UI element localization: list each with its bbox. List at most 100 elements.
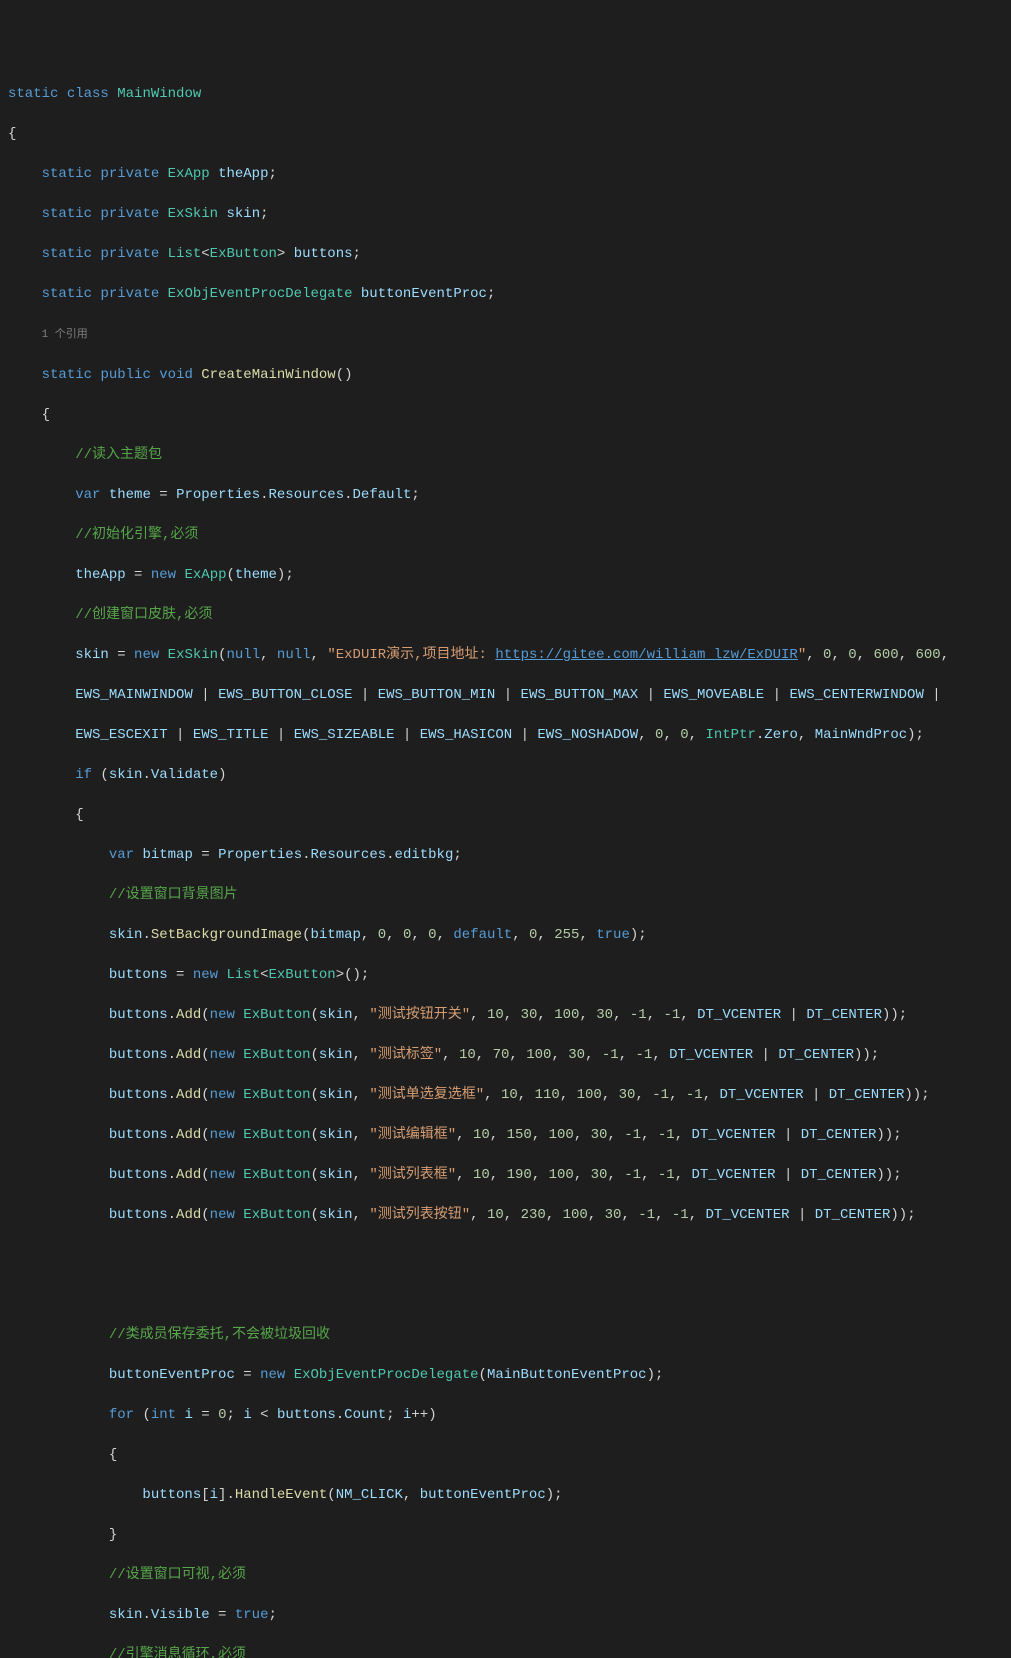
method-name: Add	[176, 1207, 201, 1223]
code-line[interactable]: EWS_ESCEXIT | EWS_TITLE | EWS_SIZEABLE |…	[8, 725, 1003, 745]
comma: ,	[663, 727, 680, 743]
paren: ));	[890, 1207, 915, 1223]
code-line[interactable]: buttons.Add(new ExButton(skin, "测试单选复选框"…	[8, 1085, 1003, 1105]
code-line[interactable]	[8, 1245, 1003, 1265]
keyword: var	[75, 487, 100, 503]
code-line[interactable]: buttons.Add(new ExButton(skin, "测试列表按钮",…	[8, 1205, 1003, 1225]
comma: ,	[641, 1127, 658, 1143]
keyword: public	[100, 367, 150, 383]
code-line[interactable]: buttons.Add(new ExButton(skin, "测试标签", 1…	[8, 1045, 1003, 1065]
code-line[interactable]: //创建窗口皮肤,必须	[8, 605, 1003, 625]
op: |	[790, 1207, 815, 1223]
code-line[interactable]: //引擎消息循环,必须	[8, 1645, 1003, 1658]
op: |	[776, 1127, 801, 1143]
op: |	[352, 687, 377, 703]
comma: ,	[689, 727, 706, 743]
comma: ,	[574, 1167, 591, 1183]
type-name: ExSkin	[168, 647, 218, 663]
space	[235, 1087, 243, 1103]
code-line[interactable]: static private ExSkin skin;	[8, 204, 1003, 224]
code-line[interactable]: buttons[i].HandleEvent(NM_CLICK, buttonE…	[8, 1485, 1003, 1505]
code-line[interactable]: buttons.Add(new ExButton(skin, "测试按钮开关",…	[8, 1005, 1003, 1025]
keyword: new	[210, 1047, 235, 1063]
code-line[interactable]: skin.SetBackgroundImage(bitmap, 0, 0, 0,…	[8, 925, 1003, 945]
identifier: Visible	[151, 1607, 210, 1623]
keyword: if	[75, 767, 92, 783]
code-line[interactable]: var theme = Properties.Resources.Default…	[8, 485, 1003, 505]
keyword: static	[42, 246, 92, 262]
keyword: default	[453, 927, 512, 943]
method-name: CreateMainWindow	[201, 367, 335, 383]
number: -1	[624, 1167, 641, 1183]
code-line[interactable]: static private List<ExButton> buttons;	[8, 244, 1003, 264]
url-link[interactable]: https://gitee.com/william_lzw/ExDUIR	[495, 647, 797, 663]
comma: ,	[361, 927, 378, 943]
number: 150	[507, 1127, 532, 1143]
code-line[interactable]: static class MainWindow	[8, 84, 1003, 104]
code-line[interactable]: skin = new ExSkin(null, null, "ExDUIR演示,…	[8, 645, 1003, 665]
string: "测试列表按钮"	[369, 1207, 470, 1223]
type-name: ExButton	[243, 1207, 310, 1223]
code-line[interactable]: {	[8, 124, 1003, 144]
code-line[interactable]: {	[8, 1445, 1003, 1465]
code-line[interactable]: {	[8, 405, 1003, 425]
code-line[interactable]: }	[8, 1525, 1003, 1545]
codelens[interactable]: 1 个引用	[8, 324, 1003, 345]
comma: ,	[806, 647, 823, 663]
dot: .	[168, 1047, 176, 1063]
identifier: skin	[226, 206, 260, 222]
identifier: DT_VCENTER	[692, 1167, 776, 1183]
code-line[interactable]: static private ExObjEventProcDelegate bu…	[8, 284, 1003, 304]
space	[235, 1127, 243, 1143]
code-editor[interactable]: static class MainWindow { static private…	[8, 84, 1003, 1658]
code-line[interactable]: {	[8, 805, 1003, 825]
number: 10	[473, 1127, 490, 1143]
code-line[interactable]: var bitmap = Properties.Resources.editbk…	[8, 845, 1003, 865]
bracket: [	[201, 1487, 209, 1503]
code-line[interactable]: buttons.Add(new ExButton(skin, "测试列表框", …	[8, 1165, 1003, 1185]
code-line[interactable]: if (skin.Validate)	[8, 765, 1003, 785]
code-line[interactable]: buttons = new List<ExButton>();	[8, 965, 1003, 985]
type-name: ExObjEventProcDelegate	[294, 1367, 479, 1383]
number: 600	[873, 647, 898, 663]
code-line[interactable]: EWS_MAINWINDOW | EWS_BUTTON_CLOSE | EWS_…	[8, 685, 1003, 705]
string: "测试按钮开关"	[369, 1007, 470, 1023]
code-line[interactable]: //设置窗口背景图片	[8, 885, 1003, 905]
bracket: <	[201, 246, 209, 262]
identifier: buttons	[109, 1007, 168, 1023]
paren: );	[546, 1487, 563, 1503]
paren: (	[327, 1487, 335, 1503]
brace: {	[8, 126, 16, 142]
code-line[interactable]: buttons.Add(new ExButton(skin, "测试编辑框", …	[8, 1125, 1003, 1145]
code-line[interactable]: buttonEventProc = new ExObjEventProcDele…	[8, 1365, 1003, 1385]
keyword: static	[42, 286, 92, 302]
code-line[interactable]: theApp = new ExApp(theme);	[8, 565, 1003, 585]
code-line[interactable]	[8, 1285, 1003, 1305]
semi: ;	[260, 206, 268, 222]
code-line[interactable]: static private ExApp theApp;	[8, 164, 1003, 184]
identifier: theme	[235, 567, 277, 583]
space	[235, 1167, 243, 1183]
number: -1	[624, 1127, 641, 1143]
code-line[interactable]: skin.Visible = true;	[8, 1605, 1003, 1625]
code-line[interactable]: //读入主题包	[8, 445, 1003, 465]
identifier: MainButtonEventProc	[487, 1367, 647, 1383]
comma: ,	[403, 1487, 420, 1503]
identifier: skin	[319, 1127, 353, 1143]
code-line[interactable]: //设置窗口可视,必须	[8, 1565, 1003, 1585]
paren: (	[311, 1167, 319, 1183]
comma: ,	[613, 1007, 630, 1023]
dot: .	[336, 1407, 344, 1423]
code-line[interactable]: //类成员保存委托,不会被垃圾回收	[8, 1325, 1003, 1345]
code-line[interactable]: //初始化引擎,必须	[8, 525, 1003, 545]
dot: .	[168, 1167, 176, 1183]
reference-count[interactable]: 1 个引用	[42, 329, 88, 341]
comma: ,	[655, 1207, 672, 1223]
number: 100	[577, 1087, 602, 1103]
code-line[interactable]: for (int i = 0; i < buttons.Count; i++)	[8, 1405, 1003, 1425]
type-name: ExApp	[184, 567, 226, 583]
identifier: buttons	[277, 1407, 336, 1423]
code-line[interactable]: static public void CreateMainWindow()	[8, 365, 1003, 385]
paren: (	[311, 1007, 319, 1023]
number: -1	[638, 1207, 655, 1223]
